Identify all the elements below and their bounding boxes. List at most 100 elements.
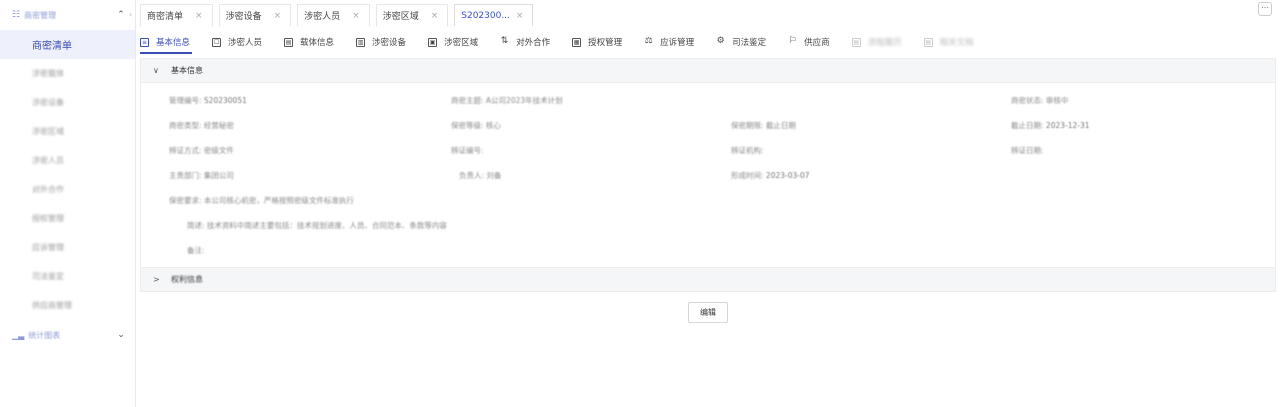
field-label: 管理编号: bbox=[169, 96, 202, 105]
sidebar-item-device[interactable]: 涉密设备 bbox=[0, 88, 135, 117]
field-value: 技术资料中简述主要包括：技术规划进度、人员、合同范本、条款等内容 bbox=[206, 221, 447, 230]
person-icon: ☐ bbox=[212, 37, 222, 47]
subtab-supplier[interactable]: ⚐ 供应商 bbox=[788, 33, 830, 51]
chart-icon: ▁▃ bbox=[12, 330, 25, 340]
tab-label: 涉密区域 bbox=[382, 12, 419, 22]
sidebar-item-label: 涉密设备 bbox=[32, 98, 64, 107]
chevron-down-icon[interactable]: ⌄ bbox=[115, 330, 127, 340]
field-subject: 商密主题: A公司2023年技术计划 bbox=[451, 95, 563, 106]
sidebar-item-label: 涉密区域 bbox=[32, 127, 64, 136]
tab-label: 商密清单 bbox=[147, 12, 184, 22]
sidebar-item-litigation[interactable]: 应诉管理 bbox=[0, 233, 135, 262]
field-label: 保密要求: bbox=[169, 196, 202, 205]
edit-button[interactable]: 编辑 bbox=[688, 302, 728, 323]
subtab-area[interactable]: ▣ 涉密区域 bbox=[428, 33, 478, 51]
collapse-icon[interactable]: ‹ bbox=[129, 10, 132, 19]
sidebar-item-personnel[interactable]: 涉密人员 bbox=[0, 146, 135, 175]
field-label: 简述: bbox=[187, 221, 205, 230]
field-proof-no: 辨证编号: bbox=[451, 145, 484, 156]
sidebar-item-judicial[interactable]: 司法鉴定 bbox=[0, 262, 135, 291]
close-icon[interactable]: × bbox=[195, 11, 203, 21]
field-type: 商密类型: 经营秘密 bbox=[169, 120, 234, 131]
sidebar-item-label: 供应商管理 bbox=[32, 301, 72, 310]
section-basic-info-header[interactable]: ∨ 基本信息 bbox=[140, 58, 1276, 83]
tab-personnel[interactable]: 涉密人员 × bbox=[297, 4, 370, 26]
subtab-label: 供应商 bbox=[804, 38, 830, 48]
chevron-down-icon[interactable]: ∨ bbox=[153, 66, 163, 75]
subtab-label: 司法鉴定 bbox=[732, 38, 767, 48]
field-value: 经营秘密 bbox=[203, 121, 234, 130]
subtab-carrier[interactable]: ▤ 载体信息 bbox=[284, 33, 334, 51]
more-options-button[interactable]: ⋯ bbox=[1258, 2, 1272, 16]
grid-icon: ☷ bbox=[12, 10, 21, 20]
field-value: 集团公司 bbox=[203, 171, 234, 180]
subtab-label: 涉密区域 bbox=[444, 38, 479, 48]
tab-device[interactable]: 涉密设备 × bbox=[218, 4, 292, 26]
field-value: 本公司核心机密，严格按照密级文件标准执行 bbox=[203, 196, 354, 205]
field-management-no: 管理编号: S20230051 bbox=[169, 95, 247, 106]
sidebar-item-label: 涉密人员 bbox=[32, 156, 64, 165]
judge-icon: ⚙ bbox=[716, 35, 725, 46]
section-title: 权利信息 bbox=[171, 275, 203, 284]
field-status: 商密状态: 审核中 bbox=[1011, 95, 1068, 106]
sidebar-item-label: 应诉管理 bbox=[32, 243, 64, 252]
sidebar-group-label: 统计图表 bbox=[28, 330, 61, 340]
field-requirement: 保密要求: 本公司核心机密，严格按照密级文件标准执行 bbox=[169, 195, 354, 206]
field-value: 刘备 bbox=[486, 171, 502, 180]
close-icon[interactable]: × bbox=[274, 11, 282, 21]
field-value: 2023-03-07 bbox=[765, 171, 810, 180]
sidebar-item-label: 对外合作 bbox=[32, 185, 64, 194]
subtab-device[interactable]: ▥ 涉密设备 bbox=[356, 33, 406, 51]
subtab-litigation[interactable]: ⚖ 应诉管理 bbox=[644, 33, 695, 51]
chevron-right-icon[interactable]: > bbox=[153, 275, 163, 284]
sidebar-group-statistics[interactable]: ▁▃ 统计图表 ⌄ bbox=[0, 320, 135, 350]
field-label: 辨证方式: bbox=[169, 146, 202, 155]
sidebar-item-supplier[interactable]: 供应商管理 bbox=[0, 291, 135, 320]
field-value: 截止日期 bbox=[765, 121, 796, 130]
sidebar-item-area[interactable]: 涉密区域 bbox=[0, 117, 135, 146]
sidebar-item-secret-list[interactable]: 商密清单 bbox=[0, 30, 135, 59]
field-summary: 简述: 技术资料中简述主要包括：技术规划进度、人员、合同范本、条款等内容 bbox=[187, 220, 447, 231]
subtab-judicial[interactable]: ⚙ 司法鉴定 bbox=[716, 33, 767, 51]
field-proof-method: 辨证方式: 密级文件 bbox=[169, 145, 234, 156]
area-icon: ▣ bbox=[428, 37, 438, 47]
subtab-cooperation[interactable]: ⇅ 对外合作 bbox=[500, 33, 550, 51]
field-level: 保密等级: 核心 bbox=[451, 120, 501, 131]
close-icon[interactable]: × bbox=[431, 11, 439, 21]
swap-icon: ⇅ bbox=[500, 35, 509, 46]
section-basic-info-body: 管理编号: S20230051 商密主题: A公司2023年技术计划 商密状态:… bbox=[140, 83, 1276, 267]
field-period: 保密期限: 截止日期 bbox=[731, 120, 796, 131]
sidebar-group-secret-management[interactable]: ☷ 商密管理 ⌃ bbox=[0, 0, 135, 30]
tab-secret-list[interactable]: 商密清单 × bbox=[140, 4, 213, 26]
field-owner: 负责人: 刘备 bbox=[459, 170, 501, 181]
tab-area[interactable]: 涉密区域 × bbox=[375, 4, 449, 26]
section-rights-info-header[interactable]: > 权利信息 bbox=[140, 267, 1276, 292]
subtab-label: 应诉管理 bbox=[660, 38, 695, 48]
subtab-label: 基本信息 bbox=[156, 38, 191, 48]
field-label: 商密类型: bbox=[169, 121, 202, 130]
field-label: 备注: bbox=[187, 246, 205, 255]
sidebar-item-carrier[interactable]: 涉密载体 bbox=[0, 59, 135, 88]
sidebar-item-cooperation[interactable]: 对外合作 bbox=[0, 175, 135, 204]
subtab-flow-history[interactable]: ▤ 流程履历 bbox=[851, 33, 902, 51]
subtab-label: 相关文档 bbox=[939, 38, 974, 48]
subtab-personnel[interactable]: ☐ 涉密人员 bbox=[212, 33, 262, 51]
subtab-label: 涉密设备 bbox=[372, 38, 407, 48]
subtab-label: 涉密人员 bbox=[228, 38, 263, 48]
close-icon[interactable]: × bbox=[516, 11, 524, 21]
subtab-related-docs[interactable]: ▤ 相关文档 bbox=[923, 33, 974, 51]
field-value: 2023-12-31 bbox=[1045, 121, 1090, 130]
field-label: 主责部门: bbox=[169, 171, 202, 180]
sidebar-item-label: 商密清单 bbox=[32, 41, 72, 52]
tab-record-detail[interactable]: S202300... × bbox=[454, 4, 534, 26]
auth-icon: ▦ bbox=[572, 37, 582, 47]
chevron-up-icon[interactable]: ⌃ bbox=[115, 10, 127, 20]
field-value: A公司2023年技术计划 bbox=[485, 96, 563, 105]
field-label: 截止日期: bbox=[1011, 121, 1044, 130]
subtab-basic-info[interactable]: ≡ 基本信息 bbox=[140, 33, 193, 54]
subtab-authorization[interactable]: ▦ 授权管理 bbox=[572, 33, 622, 51]
sidebar-group-label: 商密管理 bbox=[24, 10, 57, 20]
close-icon[interactable]: × bbox=[352, 11, 360, 21]
field-label: 保密等级: bbox=[451, 121, 484, 130]
sidebar-item-authorization[interactable]: 授权管理 bbox=[0, 204, 135, 233]
